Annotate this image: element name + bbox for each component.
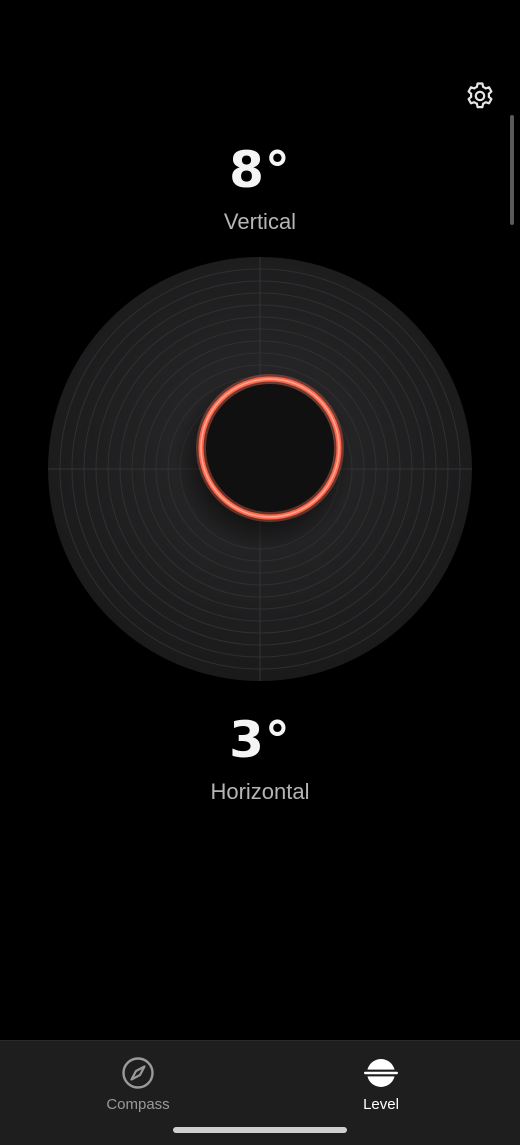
settings-button[interactable] bbox=[462, 78, 498, 114]
compass-icon bbox=[122, 1057, 154, 1089]
horizontal-angle-label: Horizontal bbox=[210, 779, 310, 804]
horizontal-angle-value: 3° bbox=[229, 711, 291, 769]
bubble-center bbox=[206, 384, 334, 512]
nav-item-level[interactable]: Level bbox=[321, 1055, 441, 1115]
vertical-angle-value: 8° bbox=[229, 141, 291, 199]
level-icon bbox=[363, 1059, 399, 1087]
home-indicator[interactable] bbox=[173, 1127, 347, 1133]
nav-label-compass: Compass bbox=[106, 1096, 170, 1113]
gear-icon bbox=[467, 82, 493, 109]
level-disc bbox=[48, 257, 472, 681]
vertical-reading: 8° Vertical bbox=[0, 140, 520, 236]
horizontal-reading: 3° Horizontal bbox=[0, 710, 520, 806]
nav-label-level: Level bbox=[363, 1096, 399, 1113]
vertical-angle-label: Vertical bbox=[223, 209, 297, 234]
nav-item-compass[interactable]: Compass bbox=[78, 1055, 198, 1115]
